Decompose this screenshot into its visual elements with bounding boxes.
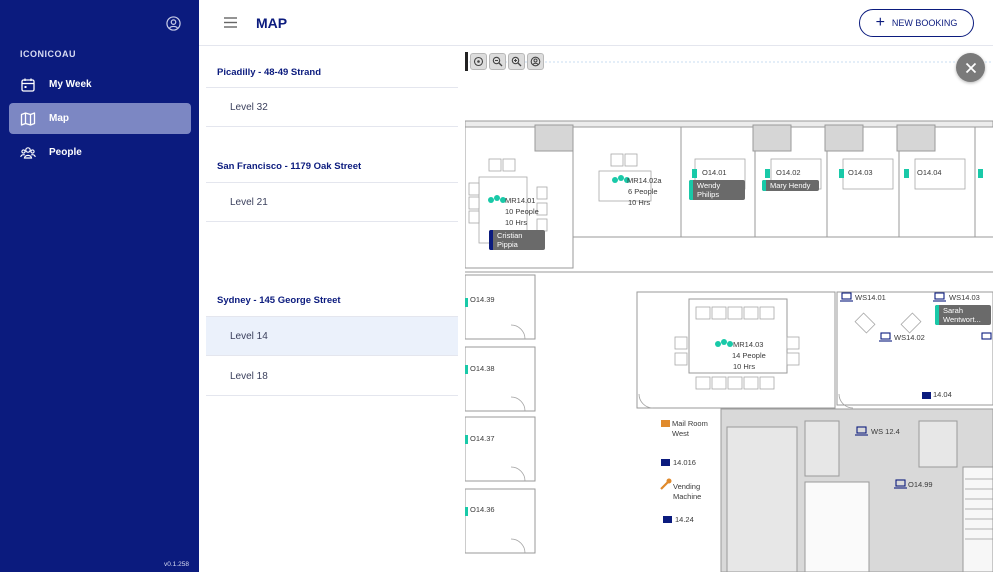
zoom-in-button[interactable]	[508, 53, 525, 70]
hamburger-menu-icon[interactable]	[224, 17, 237, 28]
version-label: v0.1.258	[164, 561, 189, 568]
room-mr1403-name: MR14.03	[733, 340, 764, 349]
room-mr1401-name: MR14.01	[505, 196, 536, 205]
office-o1437-label: O14.37	[470, 434, 495, 443]
office-o1402-label: O14.02	[776, 168, 801, 177]
occupant-tag-wendy[interactable]: Wendy Philips	[689, 180, 745, 200]
map-zoom-controls	[465, 52, 552, 71]
sidebar-item-people[interactable]: People	[9, 137, 191, 168]
locate-me-button[interactable]	[527, 53, 544, 70]
user-location-icon	[530, 56, 541, 67]
sidebar: ICONICOAU My Week Map People v0.1.258	[0, 0, 199, 572]
map-icon	[20, 111, 36, 126]
room-mr1403-duration: 10 Hrs	[733, 362, 756, 371]
plus-icon: +	[875, 14, 885, 31]
close-map-button[interactable]	[956, 53, 985, 82]
room-mr1402a-capacity: 6 People	[628, 187, 658, 196]
occupant-tag-sarah[interactable]: Sarah Wentwort...	[935, 305, 991, 325]
sidebar-item-label: My Week	[49, 79, 92, 90]
brand-label: ICONICOAU	[20, 49, 76, 59]
ws124-label: WS 12.4	[871, 427, 900, 436]
sidebar-item-label: People	[49, 147, 82, 158]
level-item[interactable]: Level 21	[206, 183, 458, 222]
printer-14016-label: 14.016	[673, 458, 696, 467]
ws1401-label: WS14.01	[855, 293, 886, 302]
vending-machine-label: Vending Machine	[673, 482, 702, 502]
room-markers	[465, 169, 992, 523]
office-o1439-label: O14.39	[470, 295, 495, 304]
room-mr1401-capacity: 10 People	[505, 207, 539, 216]
level-item[interactable]: Level 18	[206, 357, 458, 396]
new-booking-label: NEW BOOKING	[891, 18, 958, 28]
recenter-button[interactable]	[470, 53, 487, 70]
new-booking-button[interactable]: + NEW BOOKING	[859, 9, 974, 37]
location-title: Picadilly - 48-49 Strand	[217, 67, 322, 78]
zoom-out-button[interactable]	[489, 53, 506, 70]
calendar-icon	[21, 78, 35, 92]
level-item[interactable]: Level 32	[206, 88, 458, 127]
zoom-out-icon	[492, 56, 503, 67]
close-icon	[965, 62, 976, 73]
target-icon	[473, 56, 484, 67]
office-o1436-label: O14.36	[470, 505, 495, 514]
office-o1499-label: O14.99	[908, 480, 933, 489]
level-item-selected[interactable]: Level 14	[206, 317, 458, 356]
office-o1403-label: O14.03	[848, 168, 873, 177]
ws1403-label: WS14.03	[949, 293, 980, 302]
mail-room-label: Mail Room West	[672, 419, 708, 439]
location-title: San Francisco - 1179 Oak Street	[217, 161, 362, 172]
sidebar-item-label: Map	[49, 113, 69, 124]
room-mr1402a-duration: 10 Hrs	[628, 198, 651, 207]
top-bar: MAP + NEW BOOKING	[199, 0, 993, 46]
zoom-in-icon	[511, 56, 522, 67]
room-mr1403-capacity: 14 People	[732, 351, 766, 360]
office-o1404-label: O14.04	[917, 168, 942, 177]
sidebar-item-map[interactable]: Map	[9, 103, 191, 134]
ws1402-label: WS14.02	[894, 333, 925, 342]
office-o1438-label: O14.38	[470, 364, 495, 373]
office-o1401-label: O14.01	[702, 168, 727, 177]
account-icon[interactable]	[166, 16, 181, 31]
printer-1404-label: 14.04	[933, 390, 952, 399]
location-title: Sydney - 145 George Street	[217, 295, 341, 306]
room-mr1401-duration: 10 Hrs	[505, 218, 528, 227]
occupant-tag-mary[interactable]: Mary Hendy	[762, 180, 819, 191]
people-icon	[20, 146, 36, 159]
sidebar-item-my-week[interactable]: My Week	[9, 69, 191, 100]
toolbar-edge	[465, 52, 468, 71]
page-title: MAP	[256, 15, 288, 31]
printer-1424-label: 14.24	[675, 515, 694, 524]
floor-map[interactable]	[465, 47, 993, 572]
occupant-tag-cristian[interactable]: Cristian Pippia	[489, 230, 545, 250]
room-mr1402a-name: MR14.02a	[627, 176, 662, 185]
location-list: Picadilly - 48-49 Strand Level 32 San Fr…	[206, 47, 458, 572]
